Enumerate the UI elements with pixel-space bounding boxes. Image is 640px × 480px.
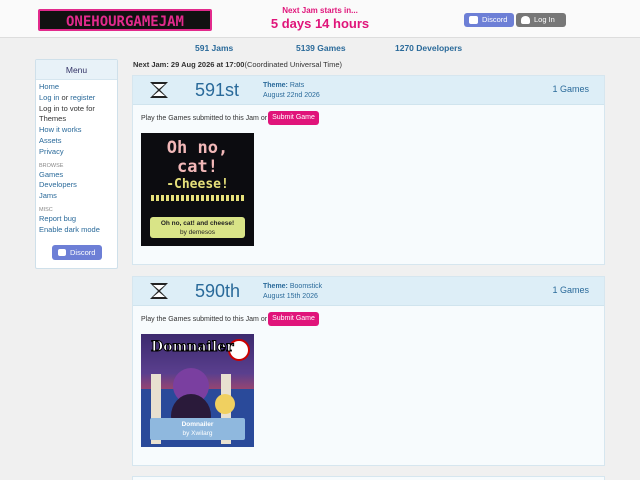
jam-rank[interactable]: 591st: [195, 80, 239, 101]
jam-theme: Theme: Boomstick August 15th 2026: [263, 282, 322, 302]
or-text: or: [61, 92, 69, 102]
jam-card-body: Play the Games submitted to this Jam or …: [133, 105, 604, 265]
cover-decoration: [151, 195, 244, 201]
game-title: Oh no, cat! and cheese!: [160, 220, 235, 227]
play-games-text: Play the Games submitted to this Jam or: [141, 316, 268, 323]
sidebar-item-jams[interactable]: Jams: [39, 191, 114, 202]
theme-label: Theme:: [263, 82, 288, 89]
next-jam-date: Next Jam: 29 Aug 2026 at 17:00: [133, 60, 245, 69]
sidebar-item-games[interactable]: Games: [39, 170, 114, 181]
site-logo[interactable]: ONEHOURGAMEJAM: [38, 9, 212, 31]
discord-icon: [469, 16, 478, 24]
jam-card: 590th Theme: Boomstick August 15th 2026 …: [132, 276, 605, 466]
sidebar-item-assets[interactable]: Assets: [39, 136, 114, 147]
next-jam-info: Next Jam: 29 Aug 2026 at 17:00(Coordinat…: [133, 60, 342, 69]
sidebar-item-how-it-works[interactable]: How it works: [39, 125, 114, 136]
countdown: 5 days 14 hours: [270, 16, 370, 31]
game-tile[interactable]: Domnailer Domnailer by Xwilarg: [141, 334, 254, 447]
browse-section-label: BROWSE: [39, 162, 64, 169]
submit-game-button[interactable]: Submit Game: [268, 312, 319, 326]
games-count: 1 Games: [552, 84, 589, 94]
games-count-link[interactable]: 5139 Games: [296, 43, 346, 53]
game-caption: Domnailer by Xwilarg: [150, 418, 245, 440]
cover-title-line-3: -Cheese!: [166, 177, 229, 192]
sidebar-item-report-bug[interactable]: Report bug: [39, 214, 114, 225]
sidebar: Menu Home Log in or register Log in to v…: [35, 59, 118, 269]
sidebar-item-privacy[interactable]: Privacy: [39, 147, 114, 158]
game-author: by Xwilarg: [182, 430, 213, 437]
sidebar-discord-button[interactable]: Discord: [52, 245, 102, 260]
login-button[interactable]: Log In: [516, 13, 566, 27]
sidebar-item-login[interactable]: Log in: [39, 93, 59, 102]
submit-game-button[interactable]: Submit Game: [268, 111, 319, 125]
sidebar-item-home[interactable]: Home: [39, 82, 114, 93]
menu-title: Menu: [36, 60, 117, 80]
jam-card: 591st Theme: Rats August 22nd 2026 1 Gam…: [132, 75, 605, 265]
next-jam-label: Next Jam starts in...: [282, 6, 358, 15]
hourglass-icon: [150, 82, 168, 98]
game-cover: Oh no, cat! -Cheese!: [145, 139, 250, 211]
game-author: by demesos: [179, 229, 216, 236]
next-jam-tz: (Coordinated Universal Time): [244, 60, 342, 69]
login-register-row: Log in or register: [39, 93, 114, 104]
sidebar-item-register[interactable]: register: [70, 93, 95, 102]
jam-date: August 15th 2026: [263, 293, 318, 300]
jam-card-header: 591st Theme: Rats August 22nd 2026 1 Gam…: [133, 76, 604, 105]
game-title: Domnailer: [181, 421, 214, 428]
cover-title-line-2: cat!: [177, 157, 218, 177]
vote-note: Log in to vote for Themes: [39, 103, 95, 124]
user-icon: [521, 16, 530, 24]
jam-card-header: 590th Theme: Boomstick August 15th 2026 …: [133, 277, 604, 306]
game-tile[interactable]: Oh no, cat! -Cheese! Oh no, cat! and che…: [141, 133, 254, 246]
sidebar-item-dark-mode[interactable]: Enable dark mode: [39, 225, 114, 236]
jams-count-link[interactable]: 591 Jams: [195, 43, 233, 53]
games-count: 1 Games: [552, 285, 589, 295]
cover-title: Domnailer: [150, 339, 234, 356]
jam-rank[interactable]: 590th: [195, 281, 240, 302]
discord-icon: [58, 249, 66, 256]
game-caption: Oh no, cat! and cheese! by demesos: [150, 217, 245, 238]
discord-label: Discord: [482, 15, 508, 24]
jam-card-body: Play the Games submitted to this Jam or …: [133, 306, 604, 466]
theme-label: Theme:: [263, 283, 288, 290]
jam-date: August 22nd 2026: [263, 92, 320, 99]
misc-section-label: MISC: [39, 206, 53, 213]
stats-bar: 591 Jams 5139 Games 1270 Developers: [0, 43, 640, 55]
sidebar-discord-label: Discord: [70, 248, 96, 257]
top-bar: ONEHOURGAMEJAM Next Jam starts in... 5 d…: [0, 0, 640, 38]
hourglass-icon: [150, 283, 168, 299]
jam-theme: Theme: Rats August 22nd 2026: [263, 81, 320, 101]
jam-card-partial: [132, 476, 605, 480]
theme-value: Rats: [289, 82, 305, 89]
cover-title-line-1: Oh no,: [166, 138, 229, 158]
sidebar-item-developers[interactable]: Developers: [39, 180, 114, 191]
login-label: Log In: [534, 15, 555, 24]
play-games-text: Play the Games submitted to this Jam or: [141, 115, 268, 122]
theme-value: Boomstick: [289, 283, 323, 290]
discord-button[interactable]: Discord: [464, 13, 514, 27]
developers-count-link[interactable]: 1270 Developers: [395, 43, 462, 53]
